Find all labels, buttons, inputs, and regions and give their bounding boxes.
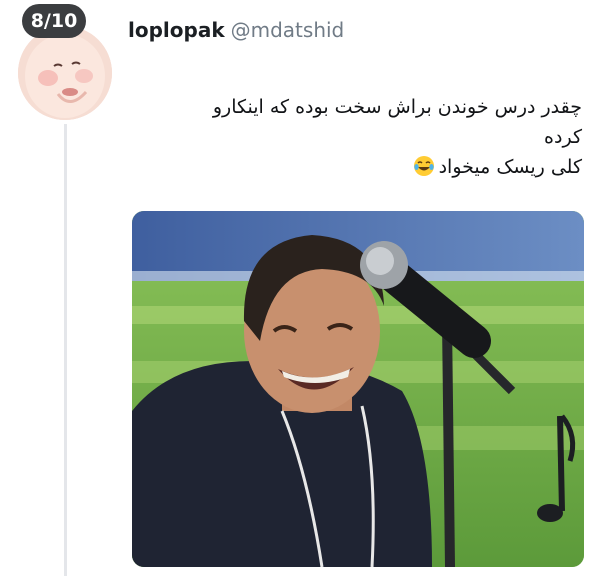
thread-line <box>64 124 67 576</box>
tweet-line-2: کرده <box>544 126 582 148</box>
tweet-line-3-text: کلی ریسک میخواد <box>438 156 582 178</box>
tweet-media-image[interactable] <box>132 211 584 567</box>
face-with-tears-of-joy-icon <box>413 156 434 176</box>
image-counter-badge: 8/10 <box>22 4 86 38</box>
avatar[interactable] <box>18 26 112 120</box>
tweet-text: چقدر درس خوندن براش سخت بوده که اینکارو … <box>142 92 582 182</box>
display-name[interactable]: loplopak <box>128 18 225 42</box>
tweet-line-3: کلی ریسک میخواد <box>142 152 582 182</box>
tweet-header: loplopak @mdatshid <box>128 18 344 42</box>
user-handle[interactable]: @mdatshid <box>231 18 345 42</box>
baby-face-avatar-image <box>18 26 112 120</box>
tweet-line-1: چقدر درس خوندن براش سخت بوده که اینکارو <box>212 96 582 118</box>
singer-with-microphone-photo <box>132 211 584 567</box>
